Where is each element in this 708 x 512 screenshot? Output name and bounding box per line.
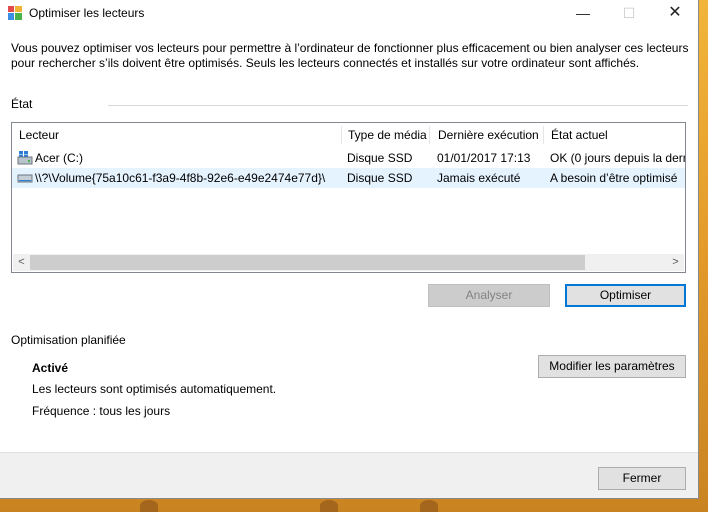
close-window-button[interactable]: ✕ — [652, 0, 698, 28]
column-header-drive[interactable]: Lecteur — [13, 123, 343, 147]
media-type: Disque SSD — [347, 151, 413, 165]
optimize-button[interactable]: Optimiser — [565, 284, 686, 307]
last-run: 01/01/2017 17:13 — [437, 151, 531, 165]
optimize-drives-window: Optimiser les lecteurs — ☐ ✕ Vous pouvez… — [0, 0, 699, 499]
drive-list-header: Lecteur Type de média Dernière exécution… — [12, 123, 685, 147]
title-bar[interactable]: Optimiser les lecteurs — ☐ ✕ — [0, 0, 698, 28]
column-divider[interactable] — [543, 126, 544, 144]
change-settings-button[interactable]: Modifier les paramètres — [538, 355, 686, 378]
minimize-button[interactable]: — — [560, 0, 606, 28]
horizontal-scrollbar[interactable]: < > — [13, 254, 684, 271]
drive-list[interactable]: Lecteur Type de média Dernière exécution… — [11, 122, 686, 273]
column-divider[interactable] — [429, 126, 430, 144]
scroll-right-button[interactable]: > — [667, 254, 684, 271]
scheduled-status: Activé — [32, 361, 69, 375]
desktop-figure — [420, 500, 438, 512]
close-button[interactable]: Fermer — [598, 467, 686, 490]
drive-name: \\?\Volume{75a10c61-f3a9-4f8b-92e6-e49e2… — [35, 171, 326, 185]
status-group-label: État — [11, 97, 33, 111]
scheduled-frequency: Fréquence : tous les jours — [32, 404, 171, 418]
description-text: Vous pouvez optimiser vos lecteurs pour … — [11, 41, 689, 70]
maximize-button[interactable]: ☐ — [606, 0, 652, 28]
media-type: Disque SSD — [347, 171, 413, 185]
status-group-divider — [108, 105, 688, 106]
scroll-left-button[interactable]: < — [13, 254, 30, 271]
desktop-figure — [320, 500, 338, 512]
volume-drive-icon — [17, 174, 33, 183]
dialog-footer: Fermer — [0, 453, 698, 498]
current-state: OK (0 jours depuis la dern — [550, 151, 686, 165]
scrollbar-thumb[interactable] — [30, 255, 585, 270]
current-state: A besoin d’être optimisé — [550, 171, 678, 185]
desktop-figure — [140, 500, 158, 512]
analyze-button[interactable]: Analyser — [428, 284, 550, 307]
windows-drive-icon — [17, 151, 33, 165]
column-header-media-type[interactable]: Type de média — [342, 123, 432, 147]
defrag-app-icon — [8, 6, 22, 20]
drive-name: Acer (C:) — [35, 151, 83, 165]
column-header-current-state[interactable]: État actuel — [545, 123, 685, 147]
column-header-last-run[interactable]: Dernière exécution — [432, 123, 545, 147]
drive-row-volume[interactable]: \\?\Volume{75a10c61-f3a9-4f8b-92e6-e49e2… — [12, 168, 685, 188]
scheduled-optimization-label: Optimisation planifiée — [11, 333, 126, 347]
scheduled-description: Les lecteurs sont optimisés automatiquem… — [32, 382, 277, 396]
window-title: Optimiser les lecteurs — [29, 6, 145, 20]
drive-row-c[interactable]: Acer (C:) Disque SSD 01/01/2017 17:13 OK… — [12, 148, 685, 168]
last-run: Jamais exécuté — [437, 171, 521, 185]
